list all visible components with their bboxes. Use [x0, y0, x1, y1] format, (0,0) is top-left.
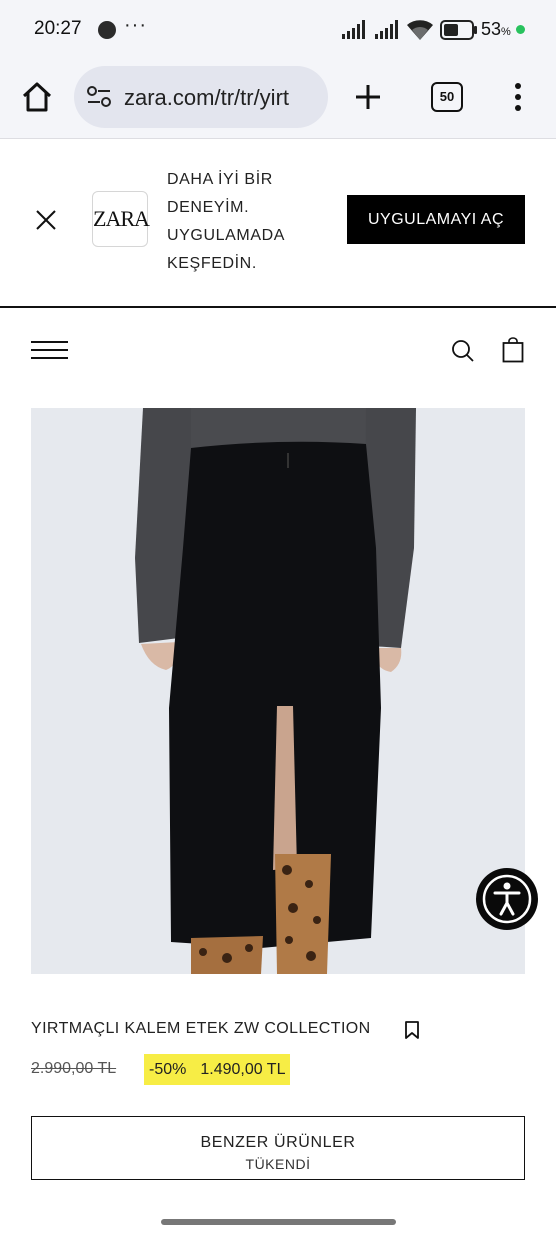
product-image[interactable] [31, 408, 525, 974]
zara-app-logo: ZARA [92, 191, 150, 247]
sale-price-badge: -50% 1.490,00 TL [144, 1054, 291, 1085]
url-text[interactable]: zara.com/tr/tr/yirt [124, 85, 289, 111]
bookmark-icon[interactable] [403, 1020, 421, 1040]
banner-message: DAHA İYİ BİR DENEYİM. UYGULAMADA KEŞFEDİ… [167, 166, 337, 278]
sold-out-label: TÜKENDİ [245, 1156, 311, 1172]
menu-icon[interactable] [31, 341, 68, 359]
product-title: YIRTMAÇLI KALEM ETEK ZW COLLECTION [31, 1020, 371, 1037]
similar-products-button[interactable]: BENZER ÜRÜNLER TÜKENDİ [31, 1116, 525, 1180]
app-banner: ZARA DAHA İYİ BİR DENEYİM. UYGULAMADA KE… [0, 140, 556, 308]
home-icon[interactable] [20, 80, 54, 114]
banner-line: KEŞFEDİN. [167, 255, 257, 272]
site-settings-icon[interactable] [86, 85, 112, 109]
signal-icon [342, 20, 365, 39]
browser-toolbar: zara.com/tr/tr/yirt 50 [0, 60, 556, 139]
charging-dot-icon [516, 25, 525, 34]
shopping-bag-icon[interactable] [502, 337, 524, 363]
accessibility-icon [482, 874, 532, 924]
address-bar[interactable]: zara.com/tr/tr/yirt [74, 66, 328, 128]
accessibility-button[interactable] [476, 868, 538, 930]
old-price: 2.990,00 TL [31, 1060, 117, 1077]
new-tab-icon[interactable] [354, 83, 382, 111]
similar-products-label: BENZER ÜRÜNLER [200, 1134, 356, 1151]
battery-icon [440, 20, 477, 40]
open-app-button[interactable]: UYGULAMAYI AÇ [347, 195, 525, 244]
new-price: 1.490,00 TL [200, 1061, 286, 1078]
banner-line: UYGULAMADA [167, 227, 286, 244]
discount-percent: -50% [149, 1061, 187, 1078]
wifi-icon [407, 20, 433, 40]
search-icon[interactable] [451, 339, 475, 363]
more-vert-icon[interactable] [512, 82, 524, 112]
signal-icon [375, 20, 398, 39]
tabs-icon[interactable]: 50 [431, 82, 463, 112]
notification-dot-icon [98, 21, 116, 39]
product-photo [31, 408, 525, 974]
status-bar: 20:27 ··· 53% [0, 0, 556, 60]
battery-percent: 53% [481, 19, 511, 39]
close-icon[interactable] [35, 209, 57, 231]
status-more: ··· [124, 14, 147, 36]
status-time: 20:27 [34, 18, 82, 39]
banner-line: DAHA İYİ BİR [167, 171, 273, 188]
home-indicator[interactable] [161, 1219, 396, 1225]
banner-line: DENEYİM. [167, 199, 250, 216]
